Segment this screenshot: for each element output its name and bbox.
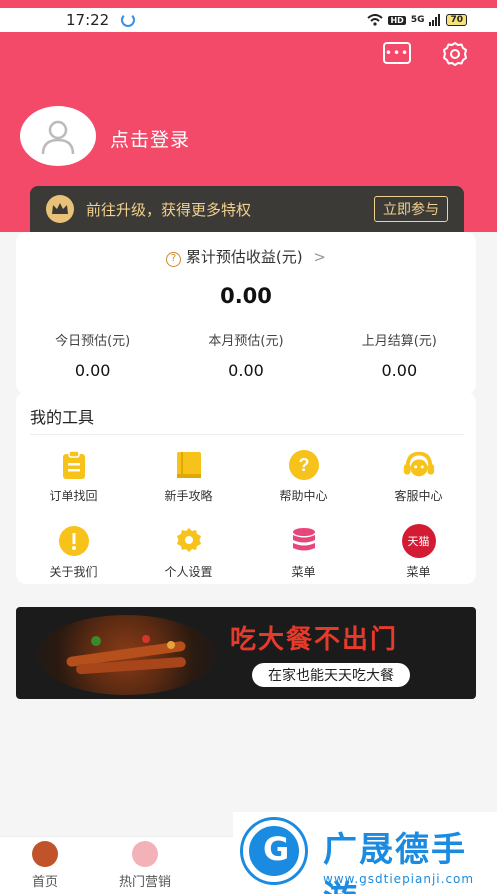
tools-title: 我的工具 [30, 408, 95, 427]
chevron-right-icon: > [313, 248, 326, 266]
promo-banner[interactable]: 吃大餐不出门 在家也能天天吃大餐 [16, 607, 476, 699]
tool-label: 订单找回 [49, 489, 98, 503]
tools-card: 我的工具 订单找回 新手攻略 ? 帮助中心 客服中心 关于我们 个人设置 菜单 … [16, 392, 476, 584]
tool-about-us[interactable]: 关于我们 [16, 524, 131, 580]
tab-hot-marketing[interactable]: 热门营销 [100, 841, 190, 890]
message-icon[interactable]: ••• [383, 42, 411, 64]
tab-label: 热门营销 [118, 875, 171, 890]
vip-upgrade-bar[interactable]: 前往升级，获得更多特权 立即参与 [30, 186, 464, 232]
tab-label: 首页 [31, 875, 58, 890]
tool-label: 新手攻略 [164, 489, 213, 503]
watermark-logo-letter: G [263, 830, 290, 868]
earnings-title-row[interactable]: ? 累计预估收益(元) > [16, 246, 476, 267]
tool-tmall-menu[interactable]: 天猫 菜单 [361, 524, 476, 580]
divider [30, 434, 464, 435]
svg-text:?: ? [298, 455, 309, 475]
signal-label: 5G [410, 15, 425, 25]
earnings-value: 0.00 [74, 361, 111, 380]
database-icon [287, 524, 321, 558]
earnings-value: 0.00 [228, 361, 264, 380]
tmall-badge: 天猫 [401, 524, 436, 558]
watermark-url: www.gsdtiepianji.com [323, 872, 475, 886]
status-time: 17:22 [66, 11, 110, 29]
top-strip [0, 0, 497, 8]
earnings-last-month: 上月结算(元) 0.00 [323, 330, 476, 380]
tool-order-recovery[interactable]: 订单找回 [16, 448, 131, 504]
tool-label: 菜单 [406, 565, 431, 579]
banner-headline: 吃大餐不出门 [230, 625, 399, 655]
earnings-label: 上月结算(元) [361, 334, 437, 349]
wifi-icon [367, 14, 384, 26]
avatar[interactable] [20, 106, 96, 166]
earnings-total: 0.00 [220, 284, 272, 308]
crown-icon [46, 195, 74, 223]
hd-badge: HD [388, 15, 406, 25]
join-now-button[interactable]: 立即参与 [374, 196, 448, 222]
earnings-today: 今日预估(元) 0.00 [16, 330, 169, 380]
vip-text: 前往升级，获得更多特权 [86, 200, 252, 219]
info-icon [57, 524, 91, 558]
tool-label: 菜单 [291, 565, 316, 579]
tool-help-center[interactable]: ? 帮助中心 [246, 448, 361, 504]
earnings-label: 今日预估(元) [55, 334, 131, 349]
tool-label: 客服中心 [394, 489, 443, 503]
clipboard-icon [57, 448, 91, 482]
earnings-columns: 今日预估(元) 0.00 本月预估(元) 0.00 上月结算(元) 0.00 [16, 330, 476, 380]
watermark: G 广晟德手游 www.gsdtiepianji.com [233, 812, 497, 894]
status-icons: HD 5G 70 [367, 14, 467, 26]
tool-customer-service[interactable]: 客服中心 [361, 448, 476, 504]
battery-indicator: 70 [446, 14, 467, 26]
question-icon: ? [287, 448, 321, 482]
earnings-value: 0.00 [381, 361, 418, 380]
tool-personal-settings[interactable]: 个人设置 [131, 524, 246, 580]
headset-icon [402, 448, 436, 482]
settings-icon [172, 524, 206, 558]
user-icon [41, 120, 75, 155]
loading-icon [121, 13, 136, 27]
tool-label: 关于我们 [49, 565, 98, 579]
tool-menu[interactable]: 菜单 [246, 524, 361, 580]
tool-beginner-guide[interactable]: 新手攻略 [131, 448, 246, 504]
gear-icon[interactable] [441, 40, 469, 68]
earnings-month: 本月预估(元) 0.00 [169, 330, 322, 380]
sausage-image [66, 635, 186, 675]
banner-subtitle: 在家也能天天吃大餐 [252, 663, 410, 687]
earnings-title: 累计预估收益(元) [185, 248, 303, 266]
reindeer-icon [32, 841, 58, 867]
signal-icon [429, 14, 441, 26]
tab-home[interactable]: 首页 [0, 841, 90, 890]
book-icon [172, 448, 206, 482]
question-icon: ? [166, 252, 182, 267]
pig-icon [132, 841, 158, 867]
status-bar: 17:22 HD 5G 70 [0, 8, 497, 32]
earnings-label: 本月预估(元) [208, 334, 284, 349]
tmall-icon: 天猫 [401, 524, 436, 558]
earnings-card: ? 累计预估收益(元) > 0.00 今日预估(元) 0.00 本月预估(元) … [16, 232, 476, 394]
tool-label: 个人设置 [164, 565, 213, 579]
tool-label: 帮助中心 [279, 489, 328, 503]
login-link[interactable]: 点击登录 [110, 125, 190, 152]
